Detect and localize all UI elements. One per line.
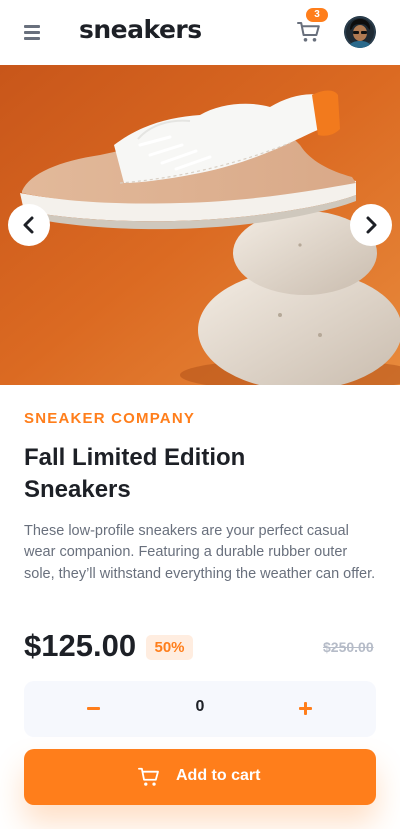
company-name: SNEAKER COMPANY <box>24 410 196 427</box>
sneaker-product-image <box>0 65 400 385</box>
product-description: These low-profile sneakers are your perf… <box>24 523 376 582</box>
original-price: $250.00 <box>323 639 374 655</box>
product-title: Fall Limited Edition Sneakers <box>24 442 324 506</box>
chevron-left-icon <box>23 216 34 234</box>
product-title-line-2: Sneakers <box>24 476 131 503</box>
product-title-line-1: Fall Limited Edition <box>24 444 246 471</box>
increase-quantity-button[interactable] <box>294 699 318 719</box>
cart-icon <box>138 767 159 786</box>
quantity-value: 0 <box>195 698 205 715</box>
current-price: $125.00 <box>24 628 137 663</box>
quantity-stepper: 0 <box>24 681 376 737</box>
brand-logo[interactable]: sneakers <box>79 15 202 44</box>
hamburger-menu-icon[interactable] <box>24 25 40 40</box>
product-image-gallery <box>0 65 400 385</box>
add-to-cart-button[interactable]: Add to cart <box>24 749 376 805</box>
cart-count-badge: 3 <box>306 8 328 22</box>
top-bar: sneakers 3 <box>0 0 400 65</box>
user-avatar[interactable] <box>344 16 376 48</box>
decrease-quantity-button[interactable] <box>82 699 106 719</box>
discount-badge: 50% <box>146 635 193 660</box>
chevron-right-icon <box>366 216 377 234</box>
add-to-cart-label: Add to cart <box>176 767 261 784</box>
previous-image-button[interactable] <box>8 204 50 246</box>
next-image-button[interactable] <box>350 204 392 246</box>
shopping-cart-icon[interactable] <box>297 20 321 44</box>
